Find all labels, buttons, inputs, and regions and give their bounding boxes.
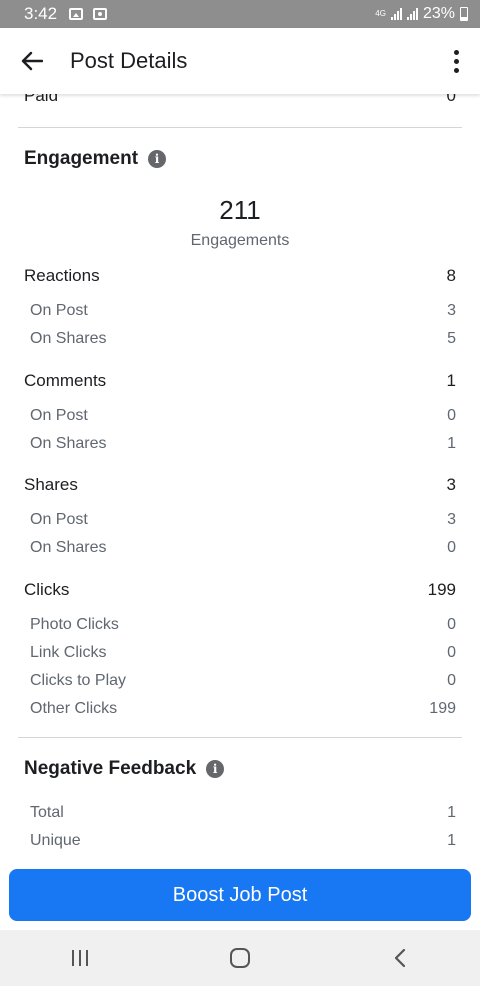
network-type: 4G	[375, 9, 386, 18]
reactions-on-post-row: On Post 3	[0, 298, 480, 324]
row-value: 1	[446, 371, 456, 390]
negative-unique-row: Unique 1	[0, 828, 480, 854]
reactions-row: Reactions 8	[0, 261, 480, 291]
row-label: On Post	[30, 302, 88, 319]
row-value: 3	[447, 302, 456, 319]
post-details-content[interactable]: Paid 0 Engagement i 211 Engagements Reac…	[0, 94, 480, 860]
row-value: 0	[447, 407, 456, 424]
divider	[18, 737, 462, 738]
row-label: Clicks to Play	[30, 672, 127, 689]
info-icon[interactable]: i	[148, 150, 167, 168]
comments-row: Comments 1	[0, 366, 480, 396]
link-clicks-row: Link Clicks 0	[0, 640, 480, 666]
more-options-button[interactable]	[432, 28, 480, 94]
recent-apps-icon	[72, 950, 88, 966]
signal-icon	[390, 8, 402, 20]
row-label: Unique	[30, 832, 81, 849]
row-label: Clicks	[24, 580, 70, 599]
row-value: 0	[447, 616, 456, 633]
clicks-to-play-row: Clicks to Play 0	[0, 668, 480, 694]
row-label: On Shares	[30, 539, 107, 556]
system-nav-bar	[0, 930, 480, 986]
home-button[interactable]	[200, 930, 280, 986]
section-title-text: Negative Feedback	[24, 758, 197, 779]
boost-job-post-button[interactable]: Boost Job Post	[9, 869, 471, 921]
back-arrow-icon	[21, 51, 43, 71]
comments-on-shares-row: On Shares 1	[0, 431, 480, 457]
page-title: Post Details	[70, 48, 188, 73]
section-title-text: Engagement	[24, 148, 139, 169]
home-icon	[230, 948, 250, 968]
row-label: Total	[30, 804, 64, 821]
battery-icon	[460, 7, 468, 21]
battery-percent: 23%	[422, 5, 455, 22]
paid-row: Paid 0	[0, 94, 480, 111]
row-value: 0	[447, 539, 456, 556]
app-bar: Post Details	[0, 28, 480, 94]
signal-icon	[406, 8, 418, 20]
status-time: 3:42	[24, 4, 58, 23]
row-label: On Shares	[30, 435, 107, 452]
row-value: 8	[446, 266, 456, 285]
comments-on-post-row: On Post 0	[0, 403, 480, 429]
back-nav-button[interactable]	[360, 930, 440, 986]
row-value: 3	[446, 475, 456, 494]
shares-on-post-row: On Post 3	[0, 507, 480, 533]
row-label: Shares	[24, 475, 78, 494]
clicks-row: Clicks 199	[0, 575, 480, 605]
back-icon	[394, 948, 406, 968]
recent-apps-button[interactable]	[40, 930, 120, 986]
row-label: Other Clicks	[30, 700, 118, 717]
row-value: 0	[446, 94, 456, 105]
shares-on-shares-row: On Shares 0	[0, 535, 480, 561]
more-vertical-icon	[453, 49, 459, 55]
status-bar: 3:42 4G 23%	[0, 0, 480, 28]
info-icon[interactable]: i	[206, 760, 225, 778]
back-button[interactable]	[0, 28, 64, 94]
row-value: 199	[427, 580, 456, 599]
row-value: 1	[447, 832, 456, 849]
engagements-label: Engagements	[190, 232, 290, 249]
app-notification-icon	[93, 8, 108, 20]
engagements-total: 211	[219, 195, 261, 225]
image-icon	[69, 8, 84, 20]
row-label: On Post	[30, 407, 88, 424]
divider	[18, 127, 462, 128]
row-value: 3	[447, 511, 456, 528]
other-clicks-row: Other Clicks 199	[0, 696, 480, 722]
negative-total-row: Total 1	[0, 800, 480, 826]
shares-row: Shares 3	[0, 470, 480, 500]
row-label: Paid	[24, 94, 59, 105]
row-label: Link Clicks	[30, 644, 107, 661]
row-value: 5	[447, 330, 456, 347]
row-value: 1	[447, 435, 456, 452]
row-label: On Shares	[30, 330, 107, 347]
reactions-on-shares-row: On Shares 5	[0, 326, 480, 352]
photo-clicks-row: Photo Clicks 0	[0, 612, 480, 638]
row-value: 0	[447, 672, 456, 689]
row-label: Photo Clicks	[30, 616, 119, 633]
row-label: Comments	[24, 371, 107, 390]
row-value: 1	[447, 804, 456, 821]
negative-feedback-title: Negative Feedback i	[24, 758, 225, 780]
row-label: On Post	[30, 511, 88, 528]
row-value: 0	[447, 644, 456, 661]
row-value: 199	[429, 700, 456, 717]
engagement-title: Engagement i	[24, 148, 167, 170]
row-label: Reactions	[24, 266, 100, 285]
